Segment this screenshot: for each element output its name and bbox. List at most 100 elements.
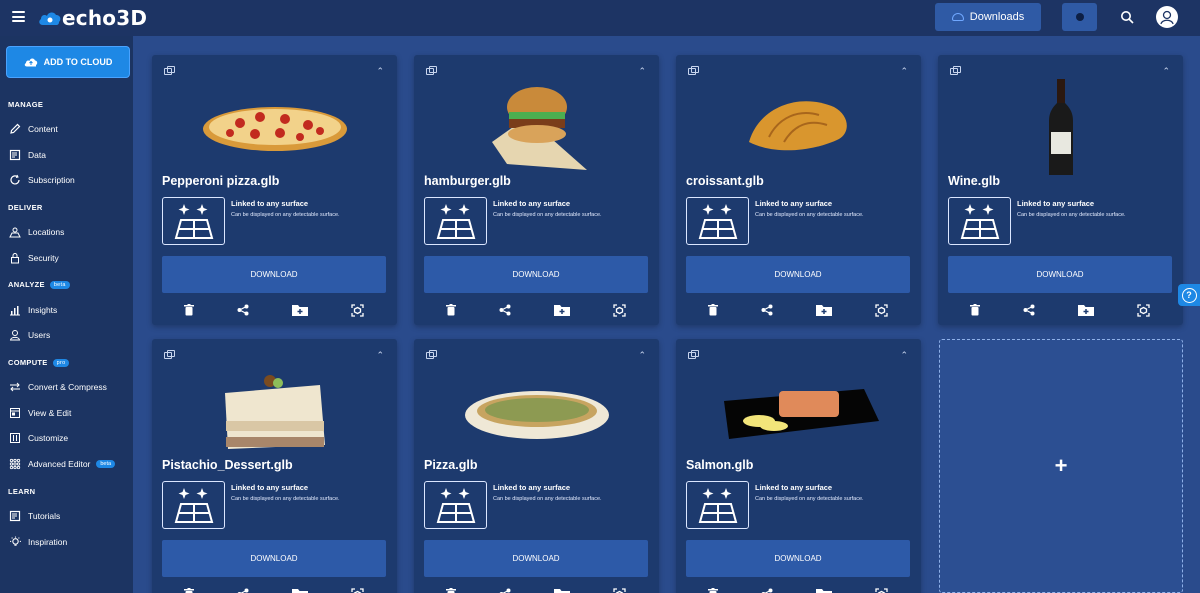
folder-add-icon[interactable] — [292, 588, 309, 593]
add-model-card[interactable]: + — [939, 339, 1183, 593]
linked-subtitle: Can be displayed on any detectable surfa… — [493, 496, 602, 502]
sidebar-item-locations[interactable]: Locations — [8, 224, 64, 240]
download-button[interactable]: DOWNLOAD — [948, 256, 1172, 293]
trash-icon[interactable] — [969, 304, 980, 316]
share-icon[interactable] — [499, 304, 511, 316]
trash-icon[interactable] — [445, 304, 456, 316]
share-icon[interactable] — [761, 304, 773, 316]
linked-title: Linked to any surface — [231, 199, 309, 208]
folder-add-icon[interactable] — [816, 588, 833, 593]
trash-icon[interactable] — [183, 304, 194, 316]
sidebar-item-customize[interactable]: Customize — [8, 430, 68, 446]
model-card: ⌃ Wine.glb Linked to any surface Can be dis… — [938, 55, 1183, 325]
sidebar-item-users[interactable]: Users — [8, 327, 50, 343]
download-button[interactable]: DOWNLOAD — [162, 540, 386, 577]
model-thumbnail[interactable] — [152, 77, 397, 177]
surface-icon — [162, 197, 225, 245]
customize-columns-icon — [8, 431, 22, 445]
copy-icon[interactable] — [164, 350, 175, 359]
model-title: Salmon.glb — [686, 458, 754, 472]
linked-title: Linked to any surface — [231, 483, 309, 492]
model-card: ⌃ hamburger.glb Linked to any surface Can b… — [414, 55, 659, 325]
model-thumbnail[interactable] — [414, 77, 659, 177]
chevron-up-icon[interactable]: ⌃ — [376, 350, 384, 361]
folder-add-icon[interactable] — [554, 588, 571, 593]
trash-icon[interactable] — [445, 588, 456, 593]
copy-icon[interactable] — [426, 350, 437, 359]
ar-view-icon[interactable] — [351, 587, 365, 593]
sidebar-item-security[interactable]: Security — [8, 250, 59, 266]
ar-view-icon[interactable] — [1137, 303, 1151, 317]
folder-add-icon[interactable] — [554, 304, 571, 316]
copy-icon[interactable] — [950, 66, 961, 75]
ar-view-icon[interactable] — [613, 587, 627, 593]
document-edit-icon — [8, 148, 22, 162]
sidebar-item-label: Convert & Compress — [28, 382, 107, 392]
chevron-up-icon[interactable]: ⌃ — [376, 66, 384, 77]
menu-icon[interactable] — [12, 11, 25, 22]
chevron-up-icon[interactable]: ⌃ — [900, 350, 908, 361]
sidebar-item-label: Users — [28, 330, 51, 340]
model-thumbnail[interactable] — [676, 361, 921, 461]
add-to-cloud-button[interactable]: ADD TO CLOUD — [7, 47, 129, 77]
avatar-dot-icon — [1075, 13, 1084, 21]
copy-icon[interactable] — [426, 66, 437, 75]
share-icon[interactable] — [761, 588, 773, 593]
model-thumbnail[interactable] — [152, 361, 397, 461]
model-thumbnail[interactable] — [676, 77, 921, 177]
download-button[interactable]: DOWNLOAD — [424, 540, 648, 577]
app-logo[interactable]: echo3D — [38, 6, 147, 30]
ar-view-icon[interactable] — [613, 303, 627, 317]
model-card: ⌃ Salmon.glb Linked to any surface Can be d… — [676, 339, 921, 593]
surface-icon — [948, 197, 1011, 245]
download-button[interactable]: DOWNLOAD — [686, 256, 910, 293]
download-button[interactable]: DOWNLOAD — [162, 256, 386, 293]
chevron-up-icon[interactable]: ⌃ — [1162, 66, 1170, 77]
sidebar-item-convert-compress[interactable]: Convert & Compress — [8, 379, 107, 395]
model-thumbnail[interactable] — [414, 361, 659, 461]
help-button[interactable]: ? — [1178, 284, 1200, 306]
sidebar-item-view-edit[interactable]: View & Edit — [8, 405, 71, 421]
trash-icon[interactable] — [707, 304, 718, 316]
share-icon[interactable] — [237, 304, 249, 316]
account-avatar-button[interactable] — [1062, 3, 1097, 31]
sidebar-item-label: Inspiration — [28, 537, 68, 547]
ar-view-icon[interactable] — [875, 587, 889, 593]
chevron-up-icon[interactable]: ⌃ — [638, 350, 646, 361]
download-button[interactable]: DOWNLOAD — [686, 540, 910, 577]
user-profile-icon[interactable] — [1156, 6, 1178, 28]
surface-icon — [686, 197, 749, 245]
sidebar-item-content[interactable]: Content — [8, 121, 58, 137]
model-thumbnail[interactable] — [938, 77, 1183, 177]
folder-add-icon[interactable] — [816, 304, 833, 316]
folder-add-icon[interactable] — [1078, 304, 1095, 316]
chevron-up-icon[interactable]: ⌃ — [900, 66, 908, 77]
sidebar-item-subscription[interactable]: Subscription — [8, 172, 75, 188]
search-icon[interactable] — [1120, 10, 1134, 24]
downloads-button[interactable]: Downloads — [935, 3, 1041, 31]
linked-title: Linked to any surface — [755, 199, 833, 208]
copy-icon[interactable] — [164, 66, 175, 75]
convert-arrows-icon — [8, 380, 22, 394]
sidebar-item-advanced-editor[interactable]: Advanced Editor beta — [8, 456, 116, 472]
share-icon[interactable] — [499, 588, 511, 593]
download-button[interactable]: DOWNLOAD — [424, 256, 648, 293]
copy-icon[interactable] — [688, 66, 699, 75]
trash-icon[interactable] — [707, 588, 718, 593]
surface-icon — [686, 481, 749, 529]
trash-icon[interactable] — [183, 588, 194, 593]
folder-add-icon[interactable] — [292, 304, 309, 316]
chevron-up-icon[interactable]: ⌃ — [638, 66, 646, 77]
sidebar-item-data[interactable]: Data — [8, 147, 46, 163]
sidebar-item-tutorials[interactable]: Tutorials — [8, 508, 60, 524]
copy-icon[interactable] — [688, 350, 699, 359]
ar-view-icon[interactable] — [875, 303, 889, 317]
linked-subtitle: Can be displayed on any detectable surfa… — [231, 212, 340, 218]
sidebar-item-inspiration[interactable]: Inspiration — [8, 534, 67, 550]
share-icon[interactable] — [1023, 304, 1035, 316]
refresh-icon — [8, 173, 22, 187]
sidebar-item-insights[interactable]: Insights — [8, 302, 57, 318]
model-card: ⌃ Pistachio_Dessert.glb Linked to any surf… — [152, 339, 397, 593]
share-icon[interactable] — [237, 588, 249, 593]
ar-view-icon[interactable] — [351, 303, 365, 317]
